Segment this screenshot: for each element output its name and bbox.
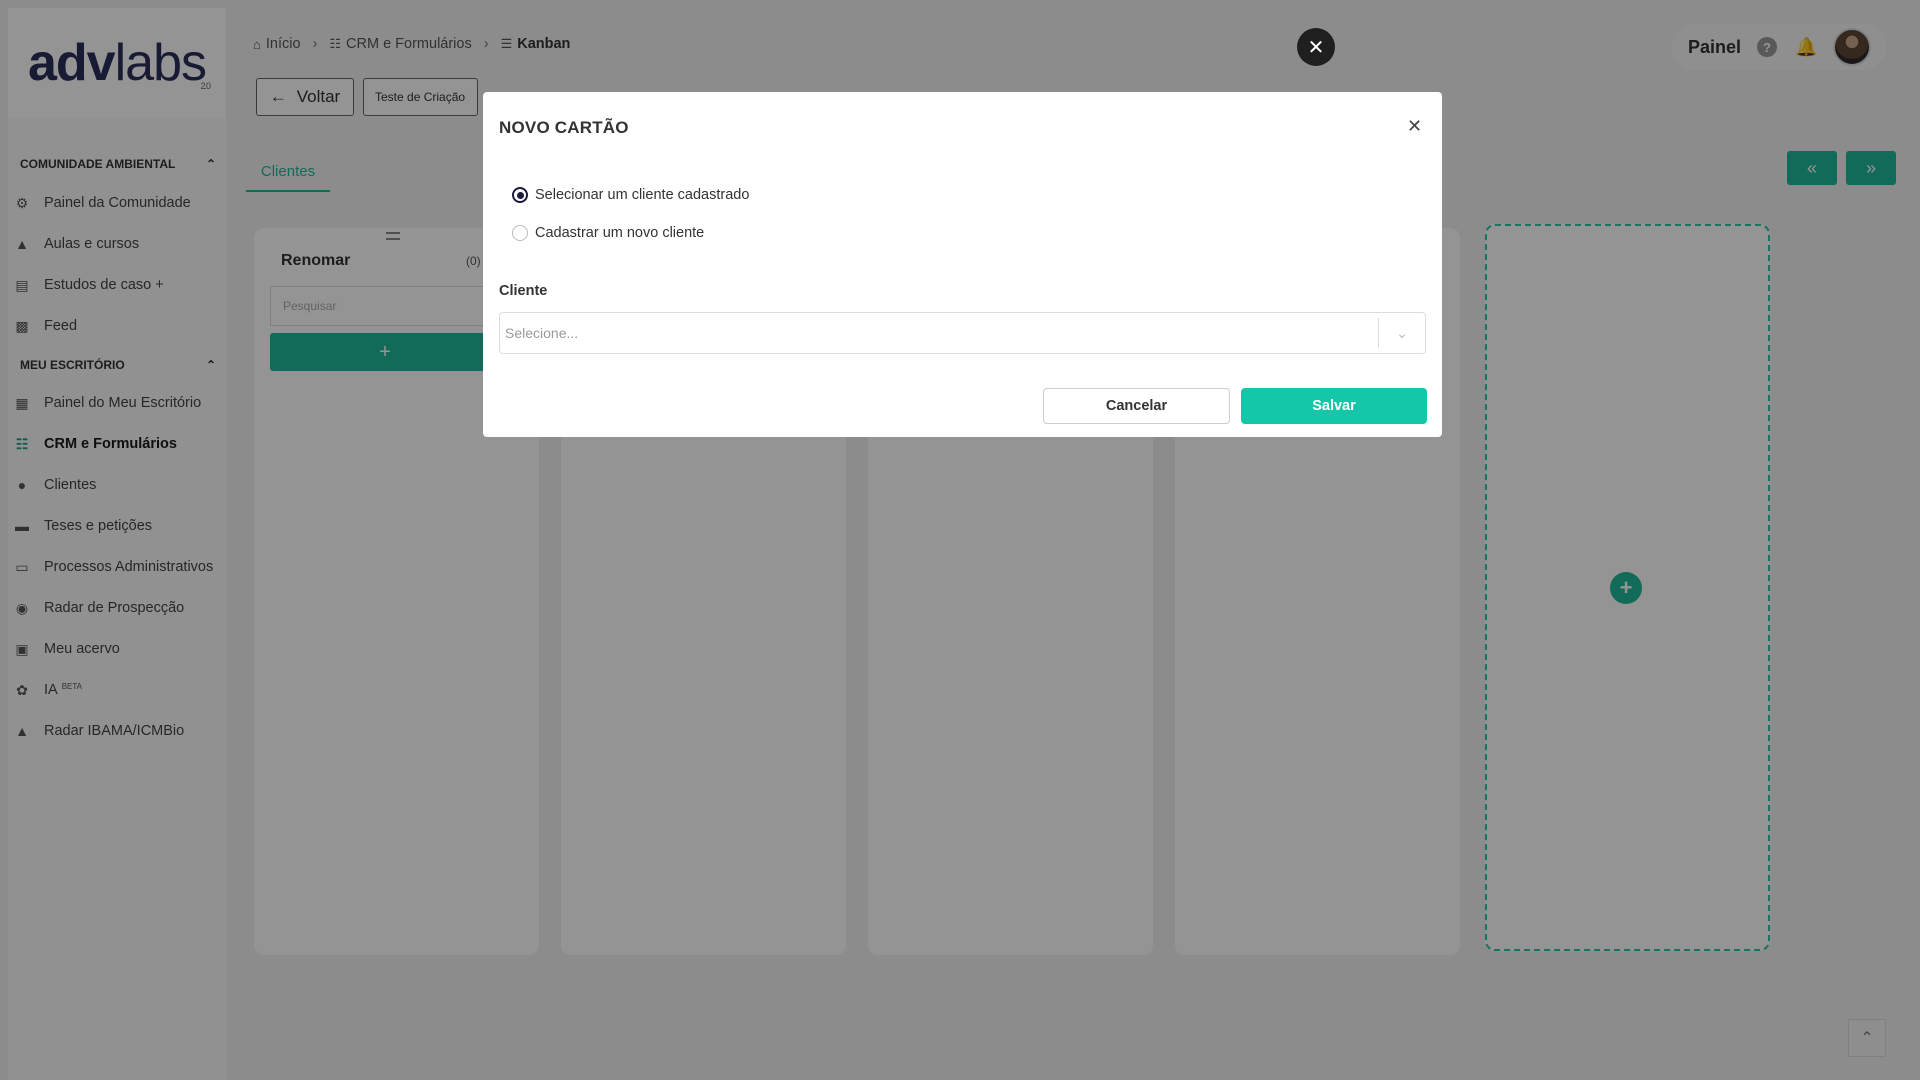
radio-label: Selecionar um cliente cadastrado (535, 187, 750, 203)
radio-new-client[interactable]: Cadastrar um novo cliente (512, 225, 704, 241)
modal-close-button[interactable]: ✕ (1407, 116, 1422, 137)
close-icon: ✕ (1307, 36, 1325, 59)
new-card-modal: NOVO CARTÃO ✕ Selecionar um cliente cada… (483, 92, 1442, 437)
radio-button[interactable] (512, 187, 528, 203)
cancel-button[interactable]: Cancelar (1043, 388, 1230, 424)
client-select[interactable]: Selecione... ⌄ (499, 312, 1426, 354)
client-field-label: Cliente (499, 283, 548, 299)
close-icon: ✕ (1407, 116, 1423, 136)
radio-label: Cadastrar um novo cliente (535, 225, 705, 241)
radio-existing-client[interactable]: Selecionar um cliente cadastrado (512, 187, 749, 203)
save-button[interactable]: Salvar (1241, 388, 1427, 424)
client-select-placeholder: Selecione... (505, 325, 579, 341)
chevron-down-icon[interactable]: ⌄ (1379, 325, 1425, 342)
overlay-close-button[interactable]: ✕ (1297, 28, 1335, 66)
radio-button[interactable] (512, 225, 528, 241)
modal-title: NOVO CARTÃO (499, 118, 629, 137)
